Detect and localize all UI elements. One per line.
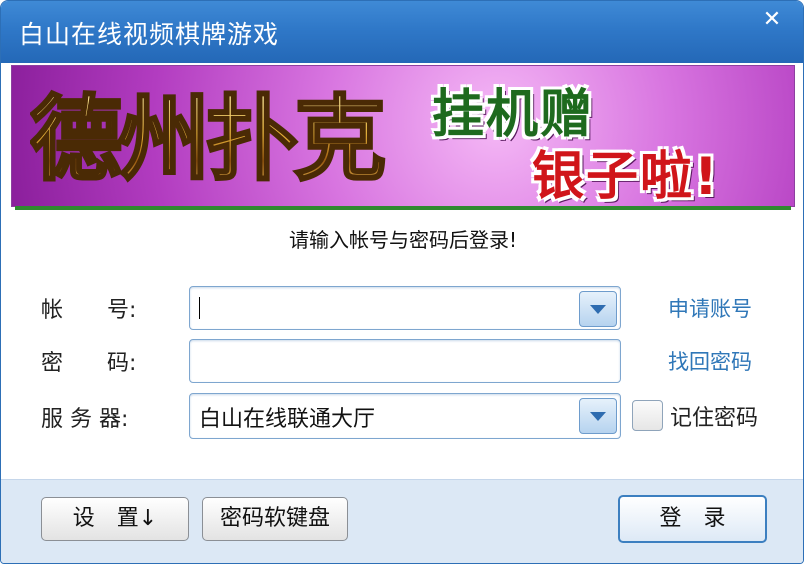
banner-divider (15, 206, 791, 210)
logo-text: 德州扑克 (30, 86, 384, 193)
account-dropdown-button[interactable] (579, 291, 617, 327)
login-button[interactable]: 登 录 (618, 495, 767, 543)
window-title: 白山在线视频棋牌游戏 (19, 20, 280, 49)
soft-keyboard-button[interactable]: 密码软键盘 (202, 497, 348, 541)
recover-password-link[interactable]: 找回密码 (668, 346, 752, 376)
password-label: 密 码: (41, 351, 137, 376)
texas-holdem-logo: 德州扑克 (30, 85, 390, 195)
server-selected-value: 白山在线联通大厅 (199, 407, 376, 432)
remember-password-label[interactable]: 记住密码 (670, 400, 758, 432)
register-account-link[interactable]: 申请账号 (668, 293, 752, 323)
password-field[interactable] (189, 339, 621, 383)
server-dropdown-button[interactable] (579, 398, 617, 434)
login-window: 白山在线视频棋牌游戏 ✕ 德州扑克 挂机赠 银子啦! 请输入帐号与密码后登录! … (0, 0, 804, 564)
chevron-down-icon (590, 412, 606, 421)
remember-password-checkbox[interactable] (632, 400, 663, 431)
text-caret (199, 297, 200, 319)
promo-banner: 德州扑克 挂机赠 银子啦! (11, 65, 795, 207)
server-select[interactable]: 白山在线联通大厅 (189, 393, 621, 439)
settings-button[interactable]: 设 置↓ (41, 497, 189, 541)
close-icon: ✕ (762, 7, 782, 32)
slogan-line-2: 银子啦! (532, 147, 720, 207)
close-button[interactable]: ✕ (755, 7, 789, 33)
login-prompt: 请输入帐号与密码后登录! (288, 228, 518, 252)
title-bar[interactable]: 白山在线视频棋牌游戏 ✕ (1, 1, 803, 63)
chevron-down-icon (590, 305, 606, 314)
account-combobox[interactable] (189, 286, 621, 330)
account-label: 帐 号: (41, 298, 137, 323)
server-label: 服 务 器: (41, 407, 129, 432)
